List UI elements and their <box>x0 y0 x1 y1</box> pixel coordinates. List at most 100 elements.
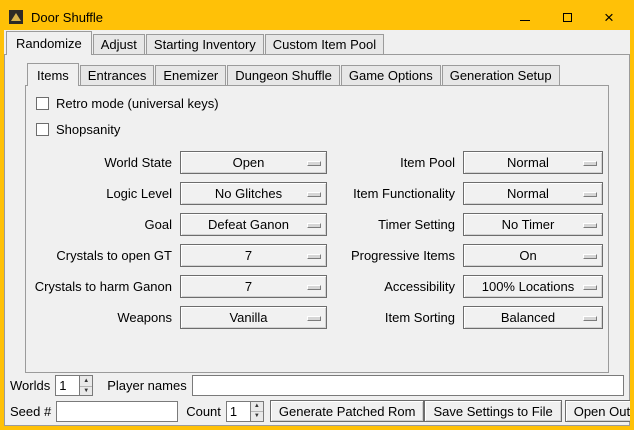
maximize-button[interactable] <box>546 4 588 30</box>
tab-label: Enemizer <box>163 68 218 83</box>
dropdown-indicator-icon <box>307 316 321 321</box>
tab-game-options[interactable]: Game Options <box>341 65 441 85</box>
close-button[interactable]: × <box>588 4 630 30</box>
accessibility-dropdown[interactable]: 100% Locations <box>463 275 603 298</box>
checkbox-label: Shopsanity <box>56 122 120 137</box>
tab-generation-setup[interactable]: Generation Setup <box>442 65 560 85</box>
dropdown-value: On <box>519 248 546 263</box>
minimize-icon <box>520 20 530 21</box>
window-title: Door Shuffle <box>31 10 103 25</box>
field-label: Timer Setting <box>327 217 455 232</box>
seed-input[interactable] <box>56 401 178 422</box>
tab-dungeon-shuffle[interactable]: Dungeon Shuffle <box>227 65 340 85</box>
dropdown-indicator-icon <box>583 192 597 197</box>
dropdown-indicator-icon <box>583 223 597 228</box>
worlds-spinner-buttons: ▲ ▼ <box>79 375 93 396</box>
dropdown-value: Normal <box>507 186 559 201</box>
spin-down-icon[interactable]: ▼ <box>251 411 263 421</box>
count-spinner: ▲ ▼ <box>226 401 264 422</box>
tab-label: Dungeon Shuffle <box>235 68 332 83</box>
minimize-button[interactable] <box>504 4 546 30</box>
field-label: Item Sorting <box>327 310 455 325</box>
dropdown-indicator-icon <box>583 254 597 259</box>
retro-mode-checkbox[interactable]: Retro mode (universal keys) <box>36 94 604 113</box>
form-row: Weapons Vanilla Item Sorting Balanced <box>30 306 604 329</box>
worlds-spinner-input[interactable] <box>55 375 79 396</box>
logic-level-dropdown[interactable]: No Glitches <box>180 182 327 205</box>
field-label: Goal <box>30 217 172 232</box>
randomize-tab-panel: Items Entrances Enemizer Dungeon Shuffle… <box>4 54 630 426</box>
outer-tab-bar: Randomize Adjust Starting Inventory Cust… <box>4 30 630 54</box>
form-row: Crystals to open GT 7 Progressive Items … <box>30 244 604 267</box>
generate-patched-rom-button[interactable]: Generate Patched Rom <box>270 400 425 422</box>
options-form: World State Open Item Pool Normal <box>30 151 604 329</box>
player-names-label: Player names <box>107 378 186 393</box>
tab-label: Game Options <box>349 68 433 83</box>
field-label: Crystals to open GT <box>30 248 172 263</box>
spin-up-icon[interactable]: ▲ <box>251 402 263 412</box>
tab-randomize[interactable]: Randomize <box>6 31 92 55</box>
window: Door Shuffle × Randomize Adjust Starting… <box>0 0 634 430</box>
checkbox-box-icon <box>36 123 49 136</box>
field-label: Progressive Items <box>327 248 455 263</box>
tab-enemizer[interactable]: Enemizer <box>155 65 226 85</box>
tab-custom-item-pool[interactable]: Custom Item Pool <box>265 34 384 54</box>
tab-items[interactable]: Items <box>27 63 79 86</box>
spin-down-icon[interactable]: ▼ <box>80 386 92 396</box>
dropdown-indicator-icon <box>307 254 321 259</box>
crystals-open-gt-dropdown[interactable]: 7 <box>180 244 327 267</box>
dropdown-value: Normal <box>507 155 559 170</box>
open-output-directory-button[interactable]: Open Output Directory <box>565 400 634 422</box>
form-row: World State Open Item Pool Normal <box>30 151 604 174</box>
progressive-items-dropdown[interactable]: On <box>463 244 603 267</box>
dropdown-indicator-icon <box>307 192 321 197</box>
dropdown-indicator-icon <box>583 161 597 166</box>
crystals-harm-ganon-dropdown[interactable]: 7 <box>180 275 327 298</box>
field-label: Accessibility <box>327 279 455 294</box>
goal-dropdown[interactable]: Defeat Ganon <box>180 213 327 236</box>
maximize-icon <box>563 13 572 22</box>
field-label: Weapons <box>30 310 172 325</box>
dropdown-value: Vanilla <box>229 310 277 325</box>
count-spinner-input[interactable] <box>226 401 250 422</box>
close-icon: × <box>604 9 614 26</box>
form-row: Goal Defeat Ganon Timer Setting No Timer <box>30 213 604 236</box>
tab-starting-inventory[interactable]: Starting Inventory <box>146 34 264 54</box>
dropdown-value: No Glitches <box>215 186 292 201</box>
weapons-dropdown[interactable]: Vanilla <box>180 306 327 329</box>
timer-setting-dropdown[interactable]: No Timer <box>463 213 603 236</box>
dialog-content: Randomize Adjust Starting Inventory Cust… <box>4 30 630 426</box>
item-sorting-dropdown[interactable]: Balanced <box>463 306 603 329</box>
app-icon[interactable] <box>9 10 23 24</box>
shopsanity-checkbox[interactable]: Shopsanity <box>36 120 604 139</box>
titlebar: Door Shuffle × <box>4 4 630 30</box>
tab-label: Entrances <box>88 68 147 83</box>
field-label: Crystals to harm Ganon <box>30 279 172 294</box>
worlds-spinner: ▲ ▼ <box>55 375 93 396</box>
dropdown-value: 7 <box>245 279 262 294</box>
dropdown-indicator-icon <box>307 223 321 228</box>
world-state-dropdown[interactable]: Open <box>180 151 327 174</box>
tab-label: Items <box>37 68 69 83</box>
tab-entrances[interactable]: Entrances <box>80 65 155 85</box>
seed-label: Seed # <box>10 404 51 419</box>
dropdown-indicator-icon <box>307 285 321 290</box>
dropdown-value: No Timer <box>502 217 565 232</box>
dropdown-value: Defeat Ganon <box>208 217 299 232</box>
dropdown-indicator-icon <box>583 316 597 321</box>
field-label: Item Pool <box>327 155 455 170</box>
spin-up-icon[interactable]: ▲ <box>80 376 92 386</box>
tab-adjust[interactable]: Adjust <box>93 34 145 54</box>
field-label: Item Functionality <box>327 186 455 201</box>
item-functionality-dropdown[interactable]: Normal <box>463 182 603 205</box>
item-pool-dropdown[interactable]: Normal <box>463 151 603 174</box>
dropdown-value: Open <box>233 155 275 170</box>
player-names-input[interactable] <box>192 375 624 396</box>
field-label: World State <box>30 155 172 170</box>
save-settings-button[interactable]: Save Settings to File <box>424 400 561 422</box>
worlds-label: Worlds <box>10 378 50 393</box>
tab-label: Adjust <box>101 37 137 52</box>
tab-label: Starting Inventory <box>154 37 256 52</box>
items-tab-panel: Retro mode (universal keys) Shopsanity W… <box>25 85 609 373</box>
field-label: Logic Level <box>30 186 172 201</box>
